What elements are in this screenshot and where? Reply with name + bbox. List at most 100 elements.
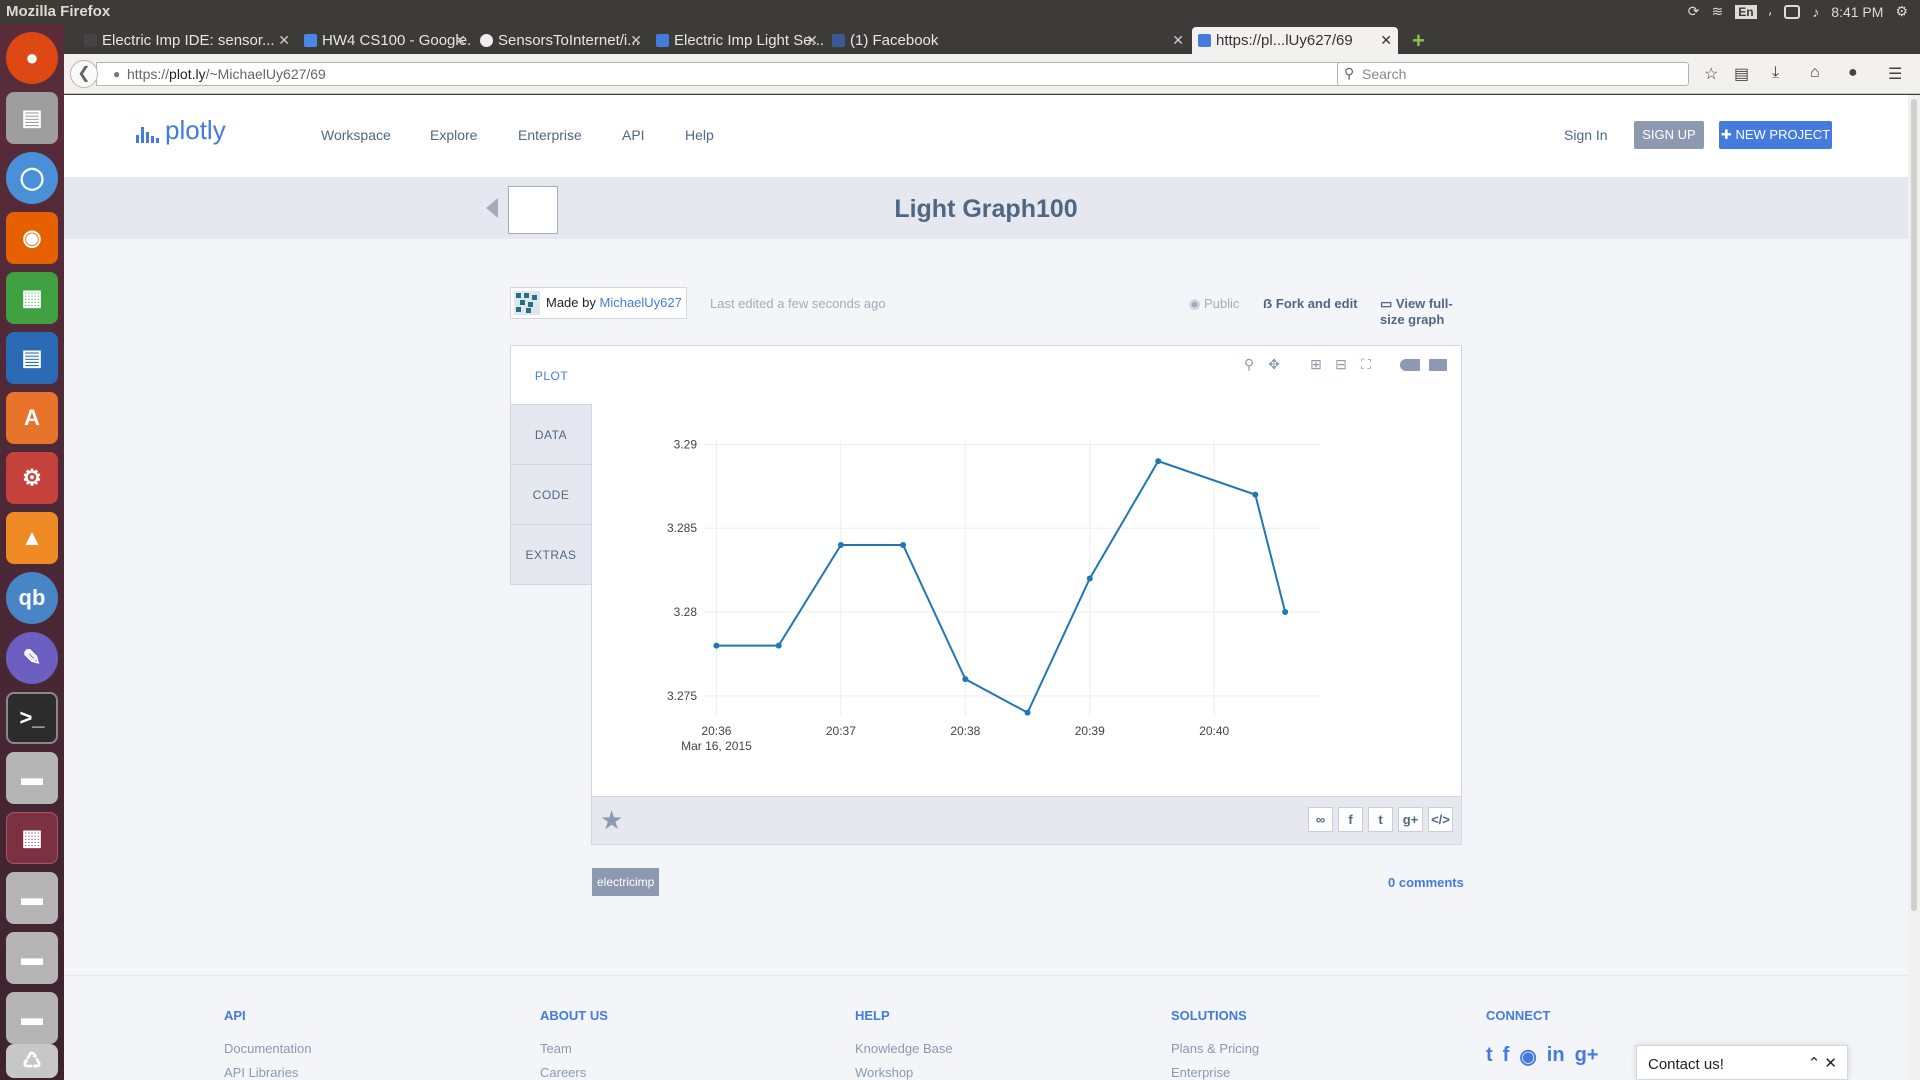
plotly-logo[interactable]: plotly [136,117,226,143]
contact-widget[interactable]: Contact us! ⌃ ✕ [1636,1045,1848,1080]
workspace-switcher-icon[interactable]: ▦ [6,812,58,864]
linkedin-icon[interactable]: in [1547,1044,1565,1069]
hover-compare-icon[interactable] [1429,358,1447,371]
settings-gear-icon[interactable]: ⚙ [1895,3,1908,20]
sign-up-button[interactable]: SIGN UP [1634,121,1704,149]
bookmark-star-icon[interactable]: ☆ [1704,64,1718,84]
drive-icon[interactable]: ▬ [6,992,58,1044]
chromium-icon[interactable]: ◯ [6,152,58,204]
page-scrollbar[interactable] [1908,95,1920,1080]
footer-link[interactable]: Workshop [855,1065,913,1080]
url-bar[interactable]: ● https://plot.ly/~MichaelUy627/69 ▾ ↻ [96,62,1392,86]
footer-link[interactable]: Knowledge Base [855,1041,953,1056]
footer-heading-api[interactable]: API [224,1008,246,1023]
gedit-icon[interactable]: ✎ [6,632,58,684]
tab-electric-imp-ide[interactable]: Electric Imp IDE: sensor... ✕ [78,27,296,54]
writer-icon[interactable]: ▤ [6,332,58,384]
close-icon[interactable]: ✕ [1380,32,1392,49]
drive-icon[interactable]: ▬ [6,872,58,924]
footer-link[interactable]: Plans & Pricing [1171,1041,1259,1056]
footer-heading-about[interactable]: ABOUT US [540,1008,608,1023]
ubuntu-dash-icon[interactable]: ● [6,32,58,84]
keyboard-language[interactable]: En [1735,4,1757,19]
system-settings-icon[interactable]: ⚙ [6,452,58,504]
nav-api[interactable]: API [622,127,645,143]
google-plus-icon[interactable]: g+ [1398,807,1423,832]
files-icon[interactable]: ▤ [6,92,58,144]
tag-badge[interactable]: electricimp [592,868,660,896]
twitter-icon[interactable]: t [1368,807,1393,832]
pan-icon[interactable]: ✥ [1266,356,1282,373]
fork-and-edit-link[interactable]: ẞ Fork and edit [1263,296,1358,311]
tab-github[interactable]: SensorsToInternet/i... ✕ [474,27,648,54]
tab-facebook[interactable]: (1) Facebook ✕ [826,27,1190,54]
twitter-icon[interactable]: t [1486,1044,1493,1069]
facebook-icon[interactable]: f [1503,1044,1510,1069]
vlc-icon[interactable]: ▲ [6,512,58,564]
battery-icon[interactable] [1784,4,1801,19]
autoscale-icon[interactable]: ⛶ [1358,356,1374,373]
drive-icon[interactable]: ▬ [6,752,58,804]
wifi-icon[interactable]: ≋ [1711,3,1723,20]
home-icon[interactable]: ⌂ [1810,64,1820,82]
trash-icon[interactable]: ♺ [6,1044,58,1078]
chat-icon[interactable]: ● [1848,64,1858,82]
view-full-size-link[interactable]: ▭ View full-size graph [1380,296,1462,327]
tab-plot[interactable]: PLOT [510,345,592,405]
close-icon[interactable]: ✕ [278,32,290,49]
new-tab-icon[interactable]: + [1412,28,1425,54]
firefox-icon[interactable]: ◉ [6,212,58,264]
zoom-in-icon[interactable]: ⊞ [1308,356,1324,373]
terminal-icon[interactable]: >_ [6,692,58,744]
sync-icon[interactable]: ⟳ [1688,3,1700,20]
author-link[interactable]: MichaelUy627 [600,295,682,310]
download-icon[interactable]: ⤓ [1772,64,1779,82]
zoom-icon[interactable]: ⚲ [1241,356,1257,373]
star-icon[interactable]: ★ [600,805,623,836]
new-project-button[interactable]: ✚ NEW PROJECT [1719,121,1832,149]
search-input[interactable]: ⚲ Search [1337,62,1689,86]
close-icon[interactable]: ✕ [1172,32,1184,49]
footer-heading-solutions[interactable]: SOLUTIONS [1171,1008,1247,1023]
close-icon[interactable]: ✕ [630,32,642,49]
tab-extras[interactable]: EXTRAS [510,525,592,585]
volume-icon[interactable]: ♪ [1812,4,1819,20]
sign-in-link[interactable]: Sign In [1564,127,1608,143]
drive-icon[interactable]: ▬ [6,932,58,984]
google-plus-icon[interactable]: g+ [1575,1044,1599,1069]
line-chart[interactable]: 20:36 20:37 20:38 20:39 20:40 Mar 16, 2015 3.2… [592,346,1461,796]
footer-link[interactable]: Careers [540,1065,586,1080]
bluetooth-icon[interactable]: ⸴ [1769,2,1773,21]
footer-link[interactable]: API Libraries [224,1065,298,1080]
footer-link[interactable]: Enterprise [1171,1065,1230,1080]
close-icon[interactable]: ✕ [806,32,818,49]
nav-workspace[interactable]: Workspace [321,127,391,143]
comments-link[interactable]: 0 comments [1388,875,1464,890]
footer-link[interactable]: Team [540,1041,572,1056]
scrollbar-thumb[interactable] [1911,99,1917,911]
minimize-close-icons[interactable]: ⌃ ✕ [1808,1054,1837,1072]
github-icon[interactable]: ◉ [1519,1044,1536,1069]
tab-plotly-active[interactable]: https://pl...lUy627/69 ✕ [1192,27,1398,54]
tab-google-docs[interactable]: HW4 CS100 - Google... ✕ [298,27,472,54]
software-center-icon[interactable]: A [6,392,58,444]
footer-heading-connect[interactable]: CONNECT [1486,1008,1550,1023]
close-icon[interactable]: ✕ [454,32,466,49]
footer-heading-help[interactable]: HELP [855,1008,890,1023]
tab-code[interactable]: CODE [510,465,592,525]
tab-electric-imp-light[interactable]: Electric Imp Light Se... ✕ [650,27,824,54]
clock[interactable]: 8:41 PM [1831,4,1883,20]
nav-explore[interactable]: Explore [430,127,477,143]
qbittorrent-icon[interactable]: qb [6,572,58,624]
made-by-badge[interactable]: Made by MichaelUy627 [510,287,687,319]
nav-help[interactable]: Help [685,127,714,143]
spreadsheet-icon[interactable]: ▦ [6,272,58,324]
facebook-icon[interactable]: f [1338,807,1363,832]
menu-icon[interactable]: ☰ [1888,64,1902,84]
embed-code-icon[interactable]: </> [1428,807,1453,832]
link-icon[interactable]: ∞ [1308,807,1333,832]
reading-list-icon[interactable]: ▤ [1734,64,1749,84]
footer-link[interactable]: Documentation [224,1041,311,1056]
back-button[interactable]: ❮ [70,60,98,88]
zoom-out-icon[interactable]: ⊟ [1333,356,1349,373]
